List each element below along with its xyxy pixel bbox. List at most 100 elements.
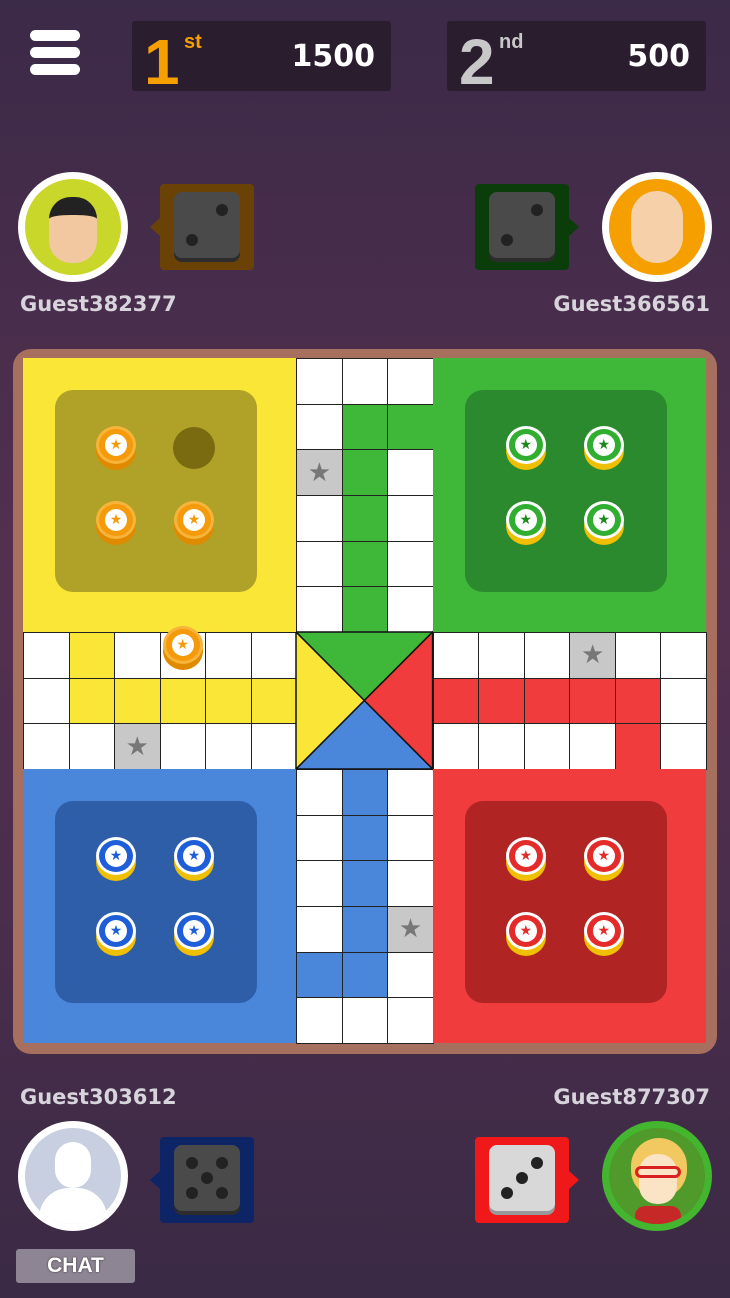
board-cell bbox=[296, 814, 343, 862]
board-cell bbox=[250, 632, 298, 679]
board-cell bbox=[432, 723, 480, 770]
green-path-cell bbox=[341, 540, 389, 588]
red-token[interactable]: ★ bbox=[505, 912, 546, 956]
board-cell bbox=[250, 723, 298, 770]
board-cell bbox=[387, 814, 434, 862]
avatar-yellow-player[interactable] bbox=[18, 172, 128, 282]
board-cell bbox=[296, 586, 343, 633]
board-cell bbox=[296, 540, 343, 588]
board-cell bbox=[205, 723, 252, 770]
menu-button[interactable] bbox=[30, 30, 80, 78]
board-cell bbox=[387, 997, 434, 1044]
dice-red[interactable] bbox=[475, 1137, 579, 1223]
board-cell bbox=[159, 723, 207, 770]
red-path-cell bbox=[432, 677, 480, 725]
board-cell bbox=[296, 860, 343, 907]
rank-label: 1st bbox=[144, 26, 202, 98]
board-cell bbox=[432, 632, 480, 679]
red-home-pad bbox=[464, 801, 667, 1003]
board-cell bbox=[341, 358, 389, 405]
star-icon: ★ bbox=[592, 434, 615, 456]
yellow-token[interactable]: ★ bbox=[96, 426, 136, 470]
red-path-cell bbox=[478, 677, 525, 725]
board-cell bbox=[296, 906, 343, 953]
player-name: Guest366561 bbox=[553, 292, 710, 316]
dice-yellow[interactable] bbox=[150, 184, 254, 270]
yellow-path-cell bbox=[159, 677, 207, 725]
dice-pip bbox=[201, 1172, 213, 1184]
avatar-red-player[interactable] bbox=[602, 1121, 712, 1231]
green-path-cell bbox=[341, 495, 389, 542]
star-icon: ★ bbox=[183, 920, 205, 942]
green-token[interactable]: ★ bbox=[583, 501, 624, 545]
green-token[interactable]: ★ bbox=[583, 426, 624, 470]
board-cell bbox=[296, 997, 343, 1044]
blue-path-cell bbox=[341, 769, 389, 816]
board-grid: ★ ★ ★ ★ ★ ★ ★ ★ ★ ★ ★ ★ ★ ★ ★ ★ ★ ★ ★ ★ bbox=[23, 358, 707, 1044]
yellow-token[interactable]: ★ bbox=[162, 626, 203, 670]
board-cell bbox=[296, 403, 343, 451]
board-cell bbox=[387, 586, 434, 633]
star-icon: ★ bbox=[592, 509, 615, 531]
red-path-cell bbox=[569, 677, 616, 725]
yellow-home: ★ ★ ★ bbox=[23, 358, 297, 632]
board-cell bbox=[660, 632, 707, 679]
blue-token[interactable]: ★ bbox=[96, 912, 136, 956]
board-cell bbox=[387, 769, 434, 816]
board-cell bbox=[296, 358, 343, 405]
board-cell bbox=[614, 632, 662, 679]
dice-pip bbox=[216, 204, 228, 216]
star-icon: ★ bbox=[592, 845, 615, 867]
star-icon: ★ bbox=[592, 920, 615, 942]
yellow-token[interactable]: ★ bbox=[96, 501, 136, 545]
avatar-green-player[interactable] bbox=[602, 172, 712, 282]
yellow-home-pad bbox=[55, 390, 257, 592]
board-cell bbox=[387, 951, 434, 999]
star-icon: ★ bbox=[105, 845, 127, 867]
blue-home-pad bbox=[55, 801, 257, 1003]
ludo-board: ★ ★ ★ ★ ★ ★ ★ ★ ★ ★ ★ ★ ★ ★ ★ ★ ★ ★ ★ ★ bbox=[13, 349, 717, 1054]
board-cell bbox=[660, 723, 707, 770]
board-cell bbox=[296, 769, 343, 816]
board-cell bbox=[478, 632, 525, 679]
red-path-cell bbox=[523, 677, 571, 725]
board-cell bbox=[114, 632, 161, 679]
board-cell bbox=[68, 723, 116, 770]
score-points: 1500 bbox=[291, 39, 376, 74]
green-token[interactable]: ★ bbox=[505, 501, 546, 545]
blue-token[interactable]: ★ bbox=[174, 912, 214, 956]
dice-pip bbox=[501, 234, 513, 246]
chat-button[interactable]: CHAT bbox=[16, 1249, 135, 1283]
yellow-token[interactable]: ★ bbox=[174, 501, 214, 545]
green-token[interactable]: ★ bbox=[505, 426, 546, 470]
blue-token[interactable]: ★ bbox=[96, 837, 136, 881]
safe-star-cell: ★ bbox=[114, 723, 161, 770]
blue-path-cell bbox=[341, 906, 389, 953]
dice-pip bbox=[531, 204, 543, 216]
dice-pip bbox=[531, 1157, 543, 1169]
yellow-path-cell bbox=[205, 677, 252, 725]
dice-pip bbox=[216, 1187, 228, 1199]
board-cell bbox=[523, 723, 571, 770]
red-token[interactable]: ★ bbox=[583, 912, 624, 956]
yellow-path-cell bbox=[250, 677, 298, 725]
avatar-blue-player[interactable] bbox=[18, 1121, 128, 1231]
board-cell bbox=[387, 860, 434, 907]
star-icon: ★ bbox=[183, 845, 205, 867]
board-cell bbox=[387, 449, 434, 496]
dice-pip bbox=[186, 1157, 198, 1169]
rank-label: 2nd bbox=[459, 26, 524, 98]
dice-green[interactable] bbox=[475, 184, 579, 270]
red-path-cell bbox=[614, 677, 662, 725]
star-icon: ★ bbox=[398, 914, 423, 945]
home-center bbox=[294, 630, 435, 771]
dice-pip bbox=[216, 1157, 228, 1169]
red-token[interactable]: ★ bbox=[583, 837, 624, 881]
blue-token[interactable]: ★ bbox=[174, 837, 214, 881]
dice-pip bbox=[501, 1187, 513, 1199]
board-cell bbox=[478, 723, 525, 770]
dice-blue[interactable] bbox=[150, 1137, 254, 1223]
green-path-cell bbox=[341, 403, 389, 451]
star-icon: ★ bbox=[105, 920, 127, 942]
red-token[interactable]: ★ bbox=[505, 837, 546, 881]
